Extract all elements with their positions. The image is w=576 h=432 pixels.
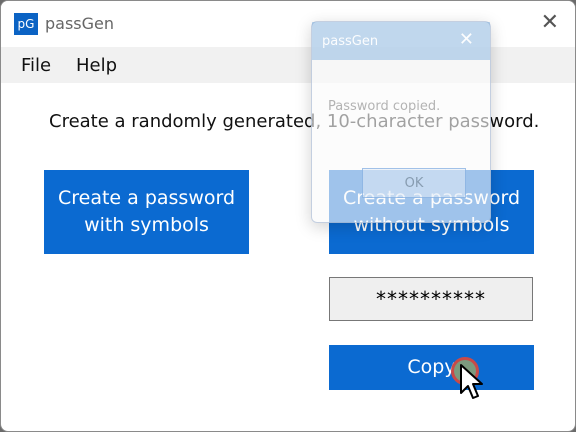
dialog-close-icon[interactable]: ✕: [459, 29, 474, 50]
menu-help[interactable]: Help: [76, 55, 117, 76]
button-line-2: with symbols: [84, 214, 209, 236]
dialog-title-bar: passGen ✕: [312, 22, 490, 60]
window-title: passGen: [45, 14, 115, 33]
passgen-window: pG passGen ✕ File Help Create a randomly…: [0, 0, 576, 432]
app-icon: pG: [14, 13, 38, 35]
copy-button[interactable]: Copy: [329, 345, 534, 390]
arrow-cursor-icon: [460, 364, 483, 399]
dialog-message: Password copied.: [328, 99, 441, 114]
menu-file[interactable]: File: [21, 55, 51, 76]
message-dialog: passGen ✕ Password copied. OK: [311, 21, 491, 223]
dialog-ok-button[interactable]: OK: [362, 168, 466, 198]
button-line-1: Create a password: [57, 187, 236, 209]
close-icon[interactable]: ✕: [541, 10, 559, 35]
create-with-symbols-button[interactable]: Create a password with symbols: [44, 170, 249, 254]
password-field[interactable]: **********: [329, 277, 533, 321]
dialog-title: passGen: [322, 34, 379, 49]
